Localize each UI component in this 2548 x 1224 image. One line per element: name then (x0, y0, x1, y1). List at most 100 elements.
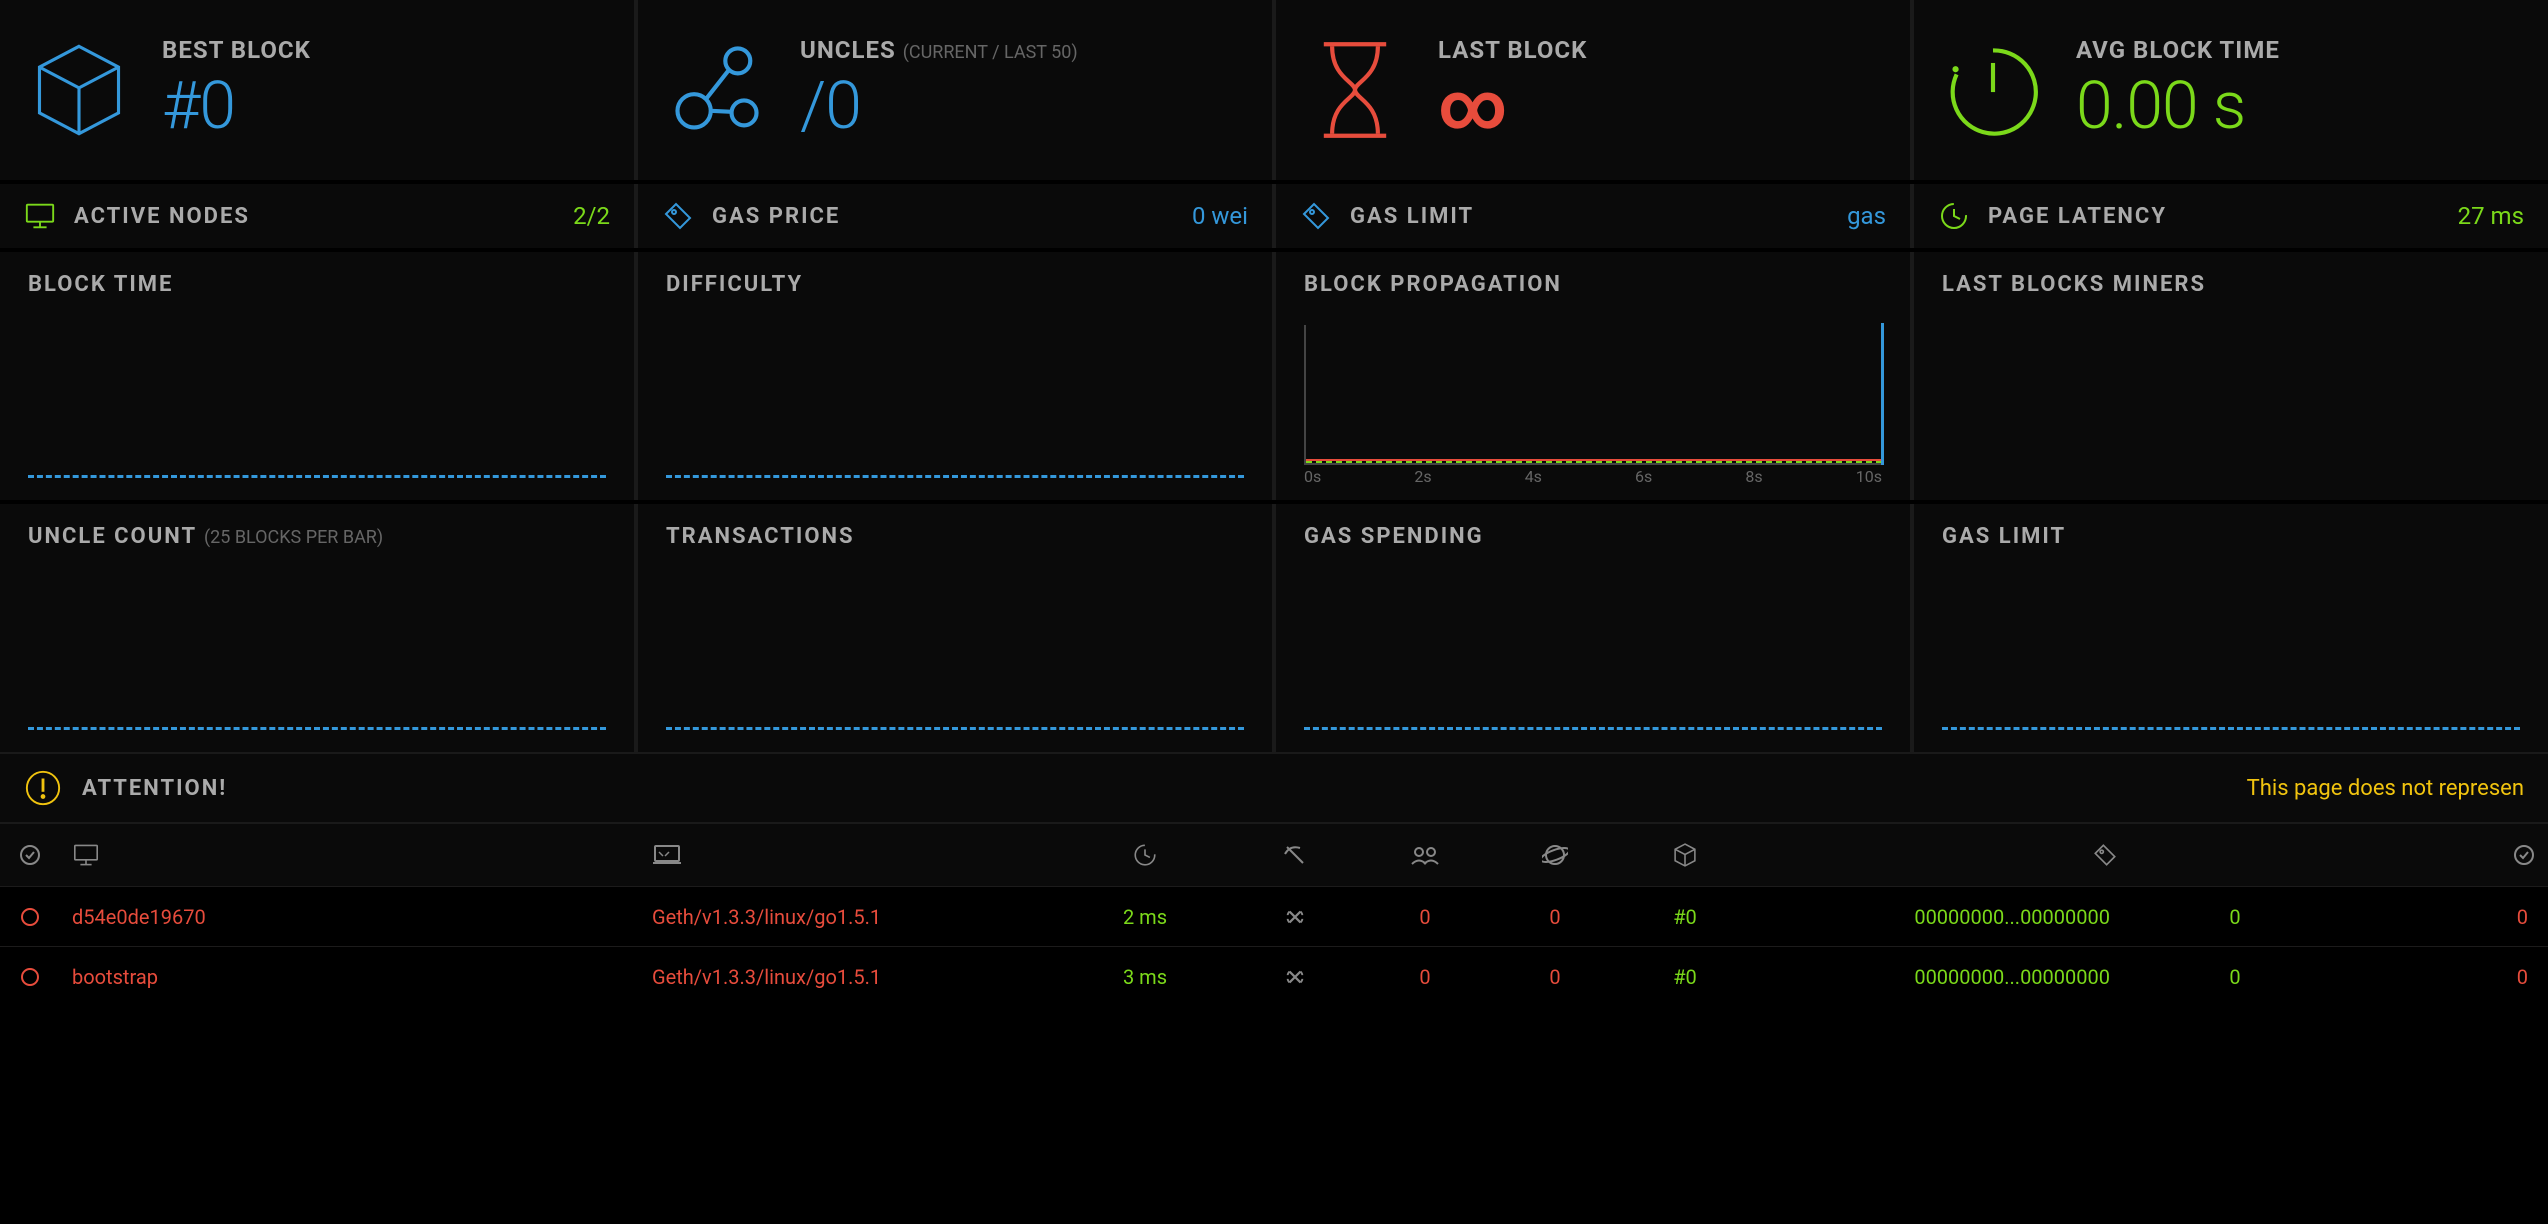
mid-stats-row: ACTIVE NODES 2/2 GAS PRICE 0 wei GAS LIM… (0, 184, 2548, 248)
node-table-header (0, 822, 2548, 886)
mining-icon (1230, 966, 1360, 988)
gas-limit-chart: GAS LIMIT (1914, 504, 2548, 752)
tag-icon (662, 200, 694, 232)
gas-limit-label: GAS LIMIT (1350, 204, 1829, 229)
col-hash-icon[interactable] (1750, 842, 2130, 868)
best-block-value: #0 (162, 68, 311, 145)
gas-limit-value: gas (1847, 202, 1886, 230)
gas-price-label: GAS PRICE (712, 204, 1174, 229)
computer-icon (24, 201, 56, 231)
block-time-chart: BLOCK TIME (0, 252, 634, 500)
tick: 10s (1856, 467, 1882, 486)
attention-label: ATTENTION! (82, 776, 227, 801)
uncle-count-label: UNCLE COUNT (25 BLOCKS PER BAR) (28, 524, 606, 549)
difficulty-chart: DIFFICULTY (638, 252, 1272, 500)
tick: 0s (1304, 467, 1321, 486)
gas-limit-chart-label: GAS LIMIT (1942, 524, 2520, 549)
attention-bar: ATTENTION! This page does not represen (0, 752, 2548, 822)
node-block: #0 (1620, 965, 1750, 989)
warning-icon (24, 769, 62, 807)
clock-icon (1938, 200, 1970, 232)
difficulty-label: DIFFICULTY (666, 272, 1244, 297)
last-blocks-miners-label: LAST BLOCKS MINERS (1942, 272, 2520, 297)
col-type-icon[interactable] (640, 843, 1060, 867)
chart-area (28, 297, 606, 486)
col-block-icon[interactable] (1620, 842, 1750, 868)
cube-icon (24, 38, 134, 142)
node-name: d54e0de19670 (60, 905, 640, 929)
node-uncles: 0 (2340, 965, 2548, 989)
last-block-card: LAST BLOCK ∞ (1276, 0, 1910, 180)
node-hash: 00000000...00000000 (1750, 965, 2130, 989)
uncle-count-chart: UNCLE COUNT (25 BLOCKS PER BAR) (0, 504, 634, 752)
uncles-title-sub: (CURRENT / LAST 50) (903, 42, 1078, 63)
gas-limit-card: GAS LIMIT gas (1276, 184, 1910, 248)
top-stats-row: BEST BLOCK #0 UNCLES (CURRENT / LAST 50)… (0, 0, 2548, 180)
block-propagation-label: BLOCK PROPAGATION (1304, 272, 1882, 297)
page-latency-card: PAGE LATENCY 27 ms (1914, 184, 2548, 248)
transactions-chart: TRANSACTIONS (638, 504, 1272, 752)
propagation-plot: 0s 2s 4s 6s 8s 10s (1304, 297, 1882, 486)
best-block-title: BEST BLOCK (162, 36, 311, 64)
tick: 6s (1635, 467, 1652, 486)
uncles-value: /0 (800, 68, 1078, 145)
chart-baseline (28, 475, 606, 478)
node-hash: 00000000...00000000 (1750, 905, 2130, 929)
page-latency-value: 27 ms (2458, 202, 2524, 230)
uncles-title-main: UNCLES (800, 36, 896, 64)
active-nodes-value: 2/2 (573, 202, 610, 230)
attention-message: This page does not represen (2247, 776, 2524, 801)
block-time-label: BLOCK TIME (28, 272, 606, 297)
chart-area (1942, 297, 2520, 486)
node-latency: 3 ms (1060, 965, 1230, 989)
uncles-title: UNCLES (CURRENT / LAST 50) (800, 36, 1078, 64)
avg-block-time-title: AVG BLOCK TIME (2076, 36, 2280, 64)
chart-area (666, 297, 1244, 486)
col-latency-icon[interactable] (1060, 842, 1230, 868)
node-table-body: d54e0de19670 Geth/v1.3.3/linux/go1.5.1 2… (0, 886, 2548, 1006)
node-pending: 0 (1490, 965, 1620, 989)
active-nodes-label: ACTIVE NODES (74, 204, 555, 229)
node-block: #0 (1620, 905, 1750, 929)
chart-row-1: BLOCK TIME DIFFICULTY BLOCK PROPAGATION … (0, 252, 2548, 500)
col-uptime-icon[interactable] (2340, 843, 2548, 867)
node-status-icon (0, 968, 60, 986)
node-peers: 0 (1360, 905, 1490, 929)
gas-price-value: 0 wei (1192, 202, 1248, 230)
node-txs: 0 (2130, 905, 2340, 929)
node-status-icon (0, 908, 60, 926)
last-block-value: ∞ (1438, 68, 1587, 145)
col-peers-icon[interactable] (1360, 844, 1490, 866)
tick: 4s (1525, 467, 1542, 486)
gauge-icon (1938, 38, 2048, 142)
chart-baseline (666, 475, 1244, 478)
node-name: bootstrap (60, 965, 640, 989)
uncles-icon (662, 38, 772, 142)
chart-row-2: UNCLE COUNT (25 BLOCKS PER BAR) TRANSACT… (0, 504, 2548, 752)
uncle-count-main: UNCLE COUNT (28, 524, 197, 549)
node-type: Geth/v1.3.3/linux/go1.5.1 (640, 965, 1060, 989)
last-block-title: LAST BLOCK (1438, 36, 1587, 64)
tick: 8s (1745, 467, 1762, 486)
node-latency: 2 ms (1060, 905, 1230, 929)
block-propagation-chart: BLOCK PROPAGATION 0s 2s 4s 6s 8s 10s (1276, 252, 1910, 500)
mining-icon (1230, 906, 1360, 928)
col-name-icon[interactable] (60, 843, 640, 867)
node-type: Geth/v1.3.3/linux/go1.5.1 (640, 905, 1060, 929)
gas-price-card: GAS PRICE 0 wei (638, 184, 1272, 248)
propagation-ticks: 0s 2s 4s 6s 8s 10s (1304, 467, 1882, 486)
avg-block-time-value: 0.00 s (2076, 68, 2280, 145)
node-uncles: 0 (2340, 905, 2548, 929)
node-pending: 0 (1490, 905, 1620, 929)
transactions-label: TRANSACTIONS (666, 524, 1244, 549)
gas-spending-label: GAS SPENDING (1304, 524, 1882, 549)
hourglass-icon (1300, 38, 1410, 142)
node-row[interactable]: d54e0de19670 Geth/v1.3.3/linux/go1.5.1 2… (0, 886, 2548, 946)
node-row[interactable]: bootstrap Geth/v1.3.3/linux/go1.5.1 3 ms… (0, 946, 2548, 1006)
col-status-icon[interactable] (0, 843, 60, 867)
col-pending-icon[interactable] (1490, 842, 1620, 868)
best-block-card: BEST BLOCK #0 (0, 0, 634, 180)
uncles-card: UNCLES (CURRENT / LAST 50) /0 (638, 0, 1272, 180)
col-mining-icon[interactable] (1230, 842, 1360, 868)
page-latency-label: PAGE LATENCY (1988, 204, 2440, 229)
